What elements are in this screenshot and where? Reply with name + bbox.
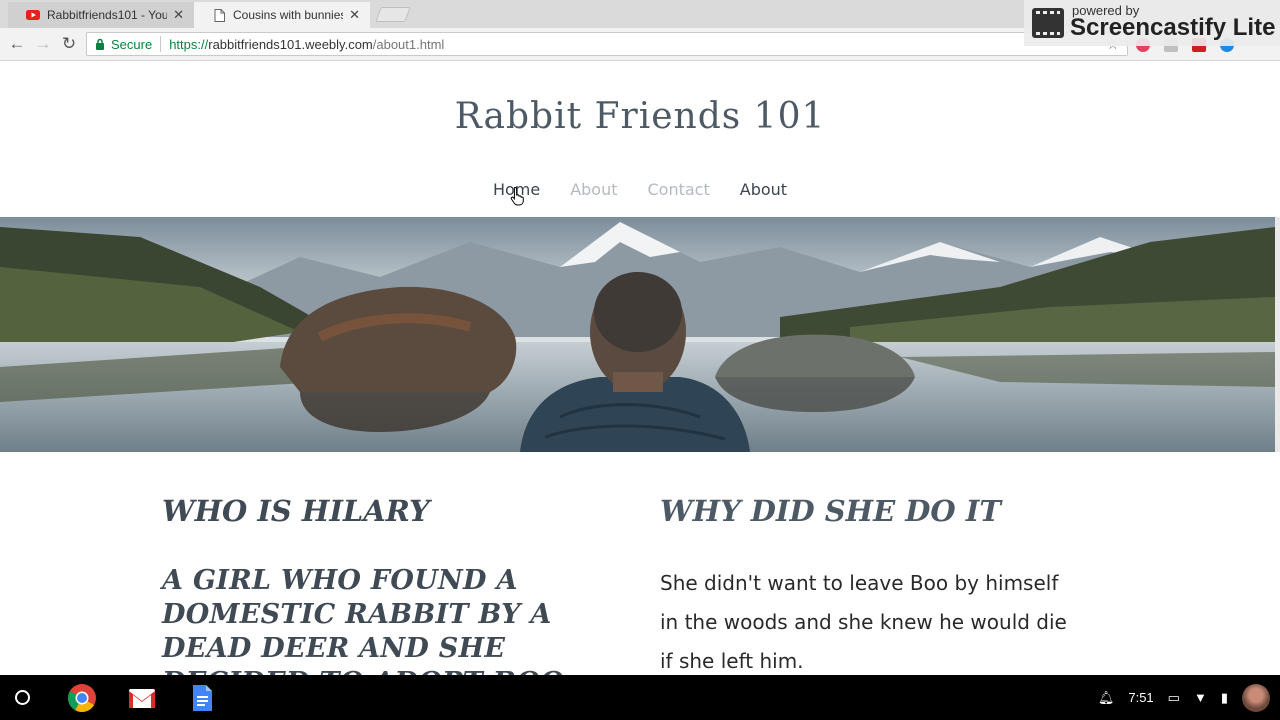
why-did-she-do-it-section: WHY DID SHE DO IT She didn't want to lea… xyxy=(660,494,1130,681)
hero-banner-image xyxy=(0,217,1275,452)
youtube-icon xyxy=(26,8,40,22)
gmail-icon[interactable] xyxy=(127,683,157,713)
address-bar[interactable]: Secure https:// rabbitfriends101.weebly.… xyxy=(86,32,1128,56)
url-path: /about1.html xyxy=(372,36,445,52)
battery-icon[interactable]: ▮ xyxy=(1221,690,1228,706)
film-icon xyxy=(1032,8,1064,38)
nav-contact[interactable]: Contact xyxy=(648,180,710,199)
section-heading: WHO IS HILARY xyxy=(162,494,430,528)
url-host: rabbitfriends101.weebly.com xyxy=(208,36,373,52)
scrollbar[interactable] xyxy=(1275,217,1280,452)
avatar[interactable] xyxy=(1242,683,1270,712)
section-body: She didn't want to leave Boo by himself … xyxy=(660,564,1130,681)
screencastify-watermark: powered by Screencastify Lite xyxy=(1024,0,1280,46)
nav-about[interactable]: About xyxy=(570,180,617,199)
site-navigation: Home About Contact About xyxy=(0,180,1280,199)
secure-label: Secure xyxy=(111,36,153,52)
site-title[interactable]: Rabbit Friends 101 xyxy=(0,96,1280,137)
url-scheme: https:// xyxy=(169,36,209,52)
screencastify-label: Screencastify Lite xyxy=(1070,14,1276,41)
os-shelf: 🔔︎ 7:51 ▭ ▼ ▮ xyxy=(0,675,1280,720)
google-docs-icon[interactable] xyxy=(187,683,217,713)
tab-youtube[interactable]: Rabbitfriends101 - YouTube ✕ xyxy=(8,2,194,28)
nav-about-active[interactable]: About xyxy=(740,180,787,199)
status-tray[interactable]: 🔔︎ 7:51 ▭ ▼ ▮ xyxy=(1098,675,1270,720)
chrome-icon[interactable] xyxy=(67,683,97,713)
close-icon[interactable]: ✕ xyxy=(173,7,184,23)
tab-cousins-with-bunnies[interactable]: Cousins with bunnies - R ✕ xyxy=(194,2,370,28)
subtext-line: A GIRL WHO FOUND A xyxy=(162,565,518,596)
divider xyxy=(160,36,162,52)
new-tab-button[interactable] xyxy=(375,7,411,22)
who-is-hilary-section: WHO IS HILARY A GIRL WHO FOUND A DOMESTI… xyxy=(162,494,582,700)
clock[interactable]: 7:51 xyxy=(1128,690,1153,705)
section-heading: WHY DID SHE DO IT xyxy=(660,494,1001,528)
notification-bell-icon[interactable]: 🔔︎ xyxy=(1098,690,1115,706)
back-arrow-icon[interactable]: ← xyxy=(7,34,27,54)
subtext-line: DEAD DEER AND SHE xyxy=(162,633,506,664)
body-line: She didn't want to leave Boo by himself xyxy=(660,571,1059,595)
forward-arrow-icon[interactable]: → xyxy=(33,34,53,54)
lock-icon xyxy=(95,38,105,50)
subtext-line: DOMESTIC RABBIT BY A xyxy=(162,599,552,630)
tab-title: Cousins with bunnies - R xyxy=(233,8,344,22)
page-icon xyxy=(212,8,226,22)
tab-title: Rabbitfriends101 - YouTube xyxy=(47,8,168,22)
reload-icon[interactable]: ↻ xyxy=(59,34,79,54)
cast-icon[interactable]: ▭ xyxy=(1168,690,1180,706)
wifi-icon[interactable]: ▼ xyxy=(1194,690,1207,705)
close-icon[interactable]: ✕ xyxy=(349,7,360,23)
hand-cursor-icon xyxy=(510,186,524,206)
body-line: in the woods and she knew he would die xyxy=(660,610,1067,634)
launcher-icon[interactable] xyxy=(15,690,30,705)
